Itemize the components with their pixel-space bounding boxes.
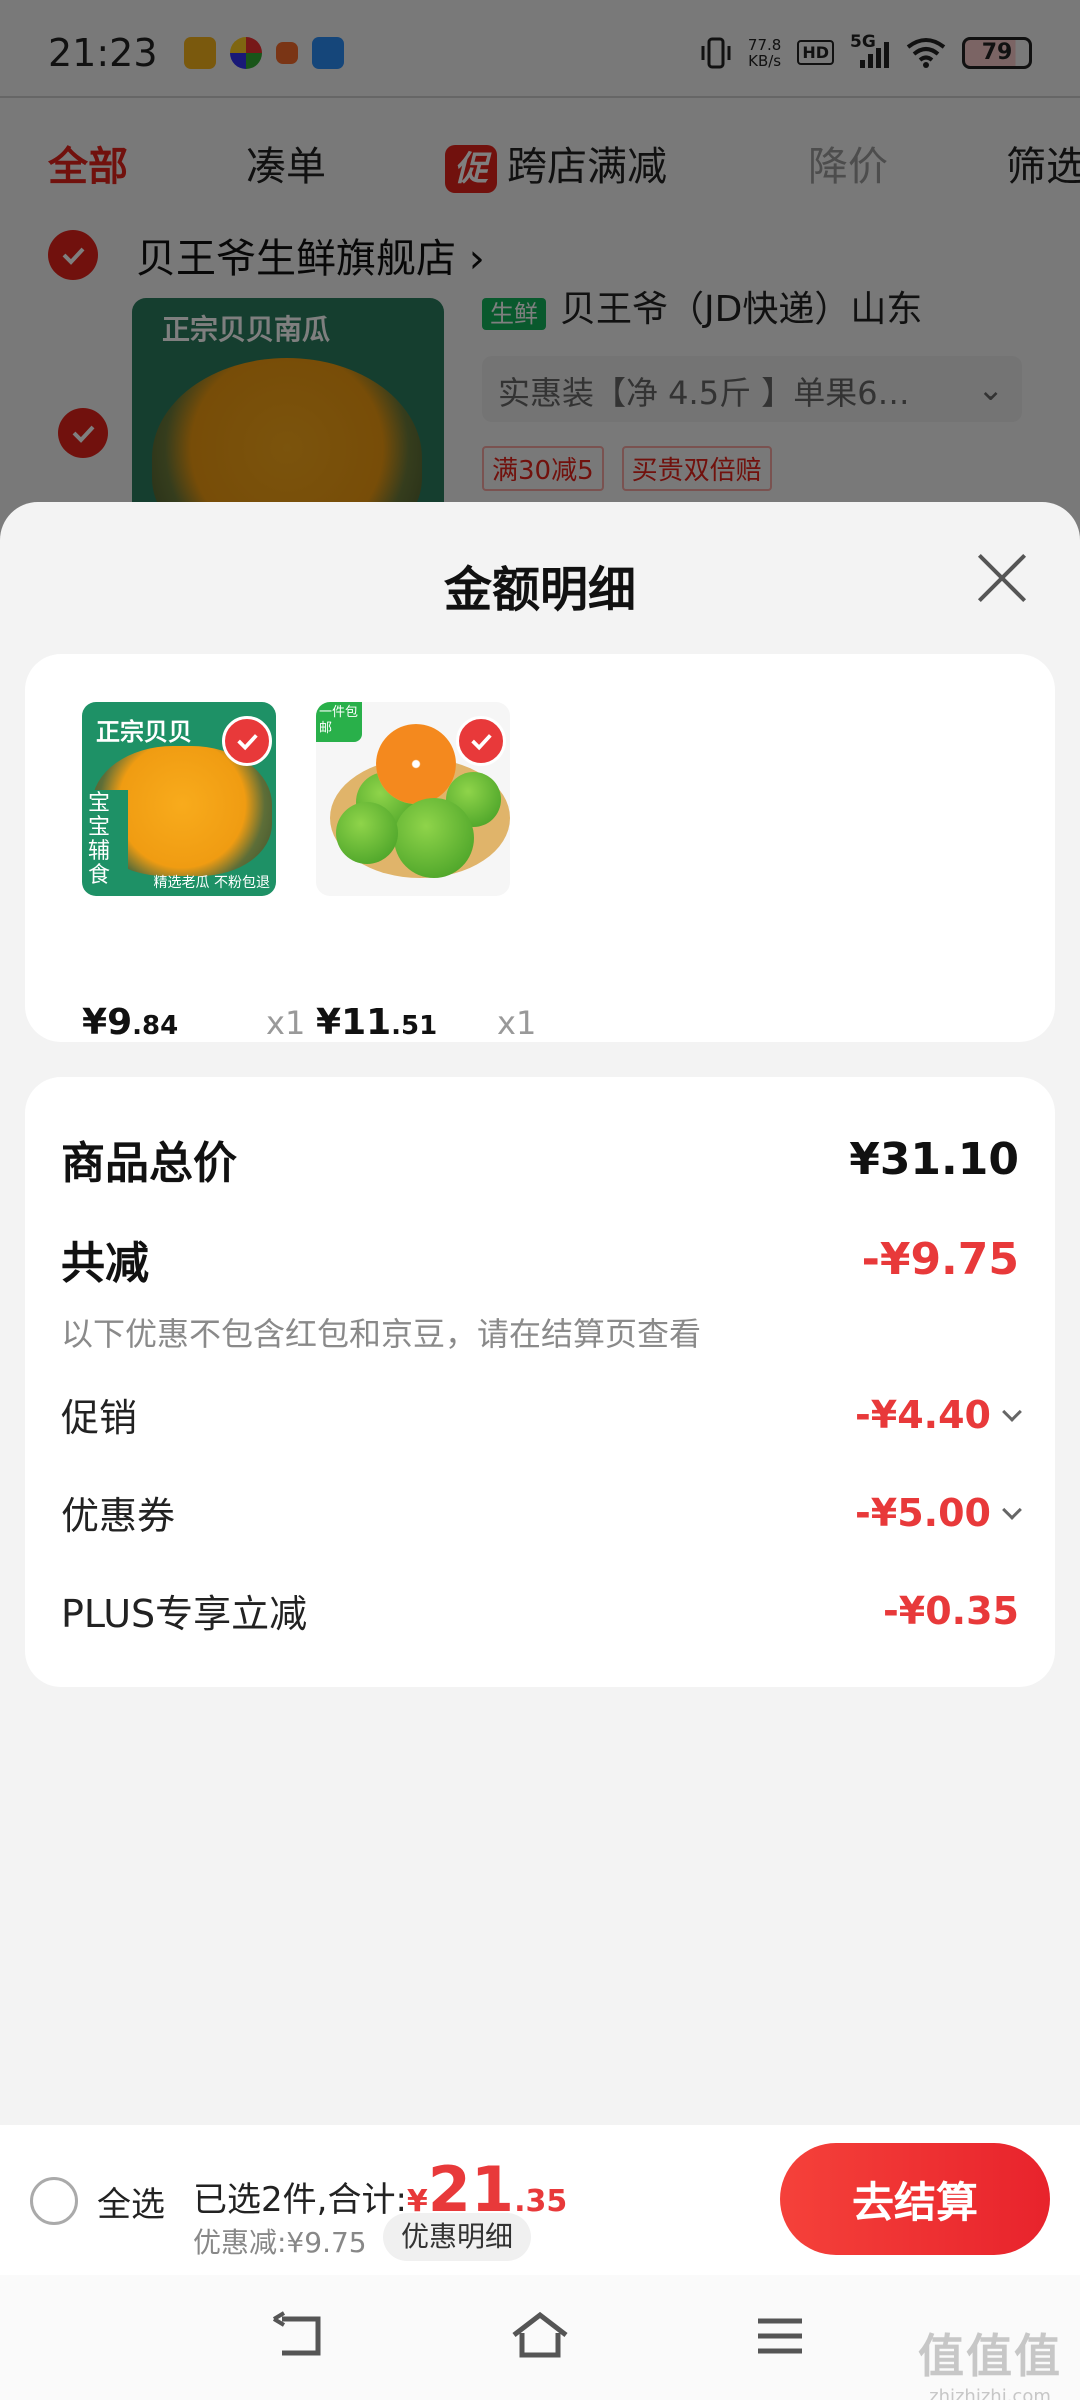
coupon-row[interactable]: 优惠券 -¥5.00 (61, 1485, 1022, 1540)
back-icon[interactable] (270, 2311, 330, 2361)
total-reduce-value: -¥9.75 (861, 1233, 1019, 1285)
close-icon[interactable] (974, 550, 1030, 606)
total-reduce-label: 共减 (61, 1238, 149, 1289)
item-quantity: x1 (497, 1004, 537, 1042)
promo-label: 促销 (61, 1396, 138, 1440)
discount-detail-button[interactable]: 优惠明细 (383, 2213, 532, 2261)
total-reduce-row: 共减 -¥9.75 (61, 1227, 1019, 1291)
total-price-value: ¥31.10 (849, 1133, 1019, 1185)
home-icon[interactable] (510, 2311, 570, 2361)
watermark: 值值值 zhizhizhi.com (918, 2320, 1062, 2400)
selected-count-text: 已选2件,合计: (193, 2180, 407, 2220)
discount-text: 优惠减:¥9.75 (193, 2226, 367, 2259)
chevron-down-icon (1002, 1401, 1022, 1422)
menu-icon[interactable] (750, 2311, 810, 2361)
item-orange[interactable]: 一件包邮 ¥11.51 x1 (316, 702, 556, 1043)
checkout-bar: 全选 已选2件,合计:¥21.35 优惠减:¥9.75 优惠明细 去结算 (0, 2125, 1080, 2275)
select-all-radio[interactable] (30, 2177, 78, 2225)
image-side-text: 宝宝辅食 (84, 790, 128, 890)
amount-detail-sheet: 金额明细 正宗贝贝 宝宝辅食 精选老瓜 不粉包退 ¥9.84 x1 一件包邮 ¥… (0, 502, 1080, 2127)
image-bottom-text: 精选老瓜 不粉包退 (153, 875, 270, 891)
total-price-row: 商品总价 ¥31.10 (61, 1127, 1019, 1191)
coupon-value: -¥5.00 (855, 1491, 1022, 1535)
watermark-url: zhizhizhi.com (929, 2386, 1051, 2400)
free-shipping-corner: 一件包邮 (316, 702, 362, 742)
plus-row: PLUS专享立减 -¥0.35 (61, 1583, 1019, 1638)
items-card: 正宗贝贝 宝宝辅食 精选老瓜 不粉包退 ¥9.84 x1 一件包邮 ¥11.51 (25, 654, 1055, 1043)
watermark-logo: 值值值 (918, 2329, 1062, 2383)
background-cart-page: 21:23 77.8KB/s HD 5G 79 全部 凑单 促跨店满减 降价 筛… (0, 0, 1080, 528)
plus-label: PLUS专享立减 (61, 1592, 308, 1636)
modal-overlay[interactable] (0, 0, 1080, 520)
item-quantity: x1 (266, 1004, 306, 1042)
item-selected-check-icon (222, 716, 272, 766)
sheet-title: 金额明细 (443, 562, 636, 618)
total-price-label: 商品总价 (61, 1138, 237, 1189)
select-all-label[interactable]: 全选 (97, 2177, 165, 2226)
item-image: 一件包邮 (316, 702, 510, 896)
item-pumpkin[interactable]: 正宗贝贝 宝宝辅食 精选老瓜 不粉包退 ¥9.84 x1 (82, 702, 322, 1043)
item-selected-check-icon (456, 716, 506, 766)
coupon-label: 优惠券 (61, 1494, 176, 1538)
item-price: ¥9.84 (82, 1002, 179, 1043)
checkout-button[interactable]: 去结算 (780, 2143, 1050, 2255)
discount-note: 以下优惠不包含红包和京豆，请在结算页查看 (61, 1315, 702, 1353)
chevron-down-icon (1002, 1499, 1022, 1520)
image-banner-text: 正宗贝贝 (96, 718, 192, 746)
promo-row[interactable]: 促销 -¥4.40 (61, 1387, 1022, 1442)
item-price: ¥11.51 (316, 1002, 438, 1043)
plus-value: -¥0.35 (883, 1588, 1019, 1633)
item-image: 正宗贝贝 宝宝辅食 精选老瓜 不粉包退 (82, 702, 276, 896)
summary-card: 商品总价 ¥31.10 共减 -¥9.75 以下优惠不包含红包和京豆，请在结算页… (25, 1077, 1055, 1687)
promo-value: -¥4.40 (855, 1393, 1022, 1437)
